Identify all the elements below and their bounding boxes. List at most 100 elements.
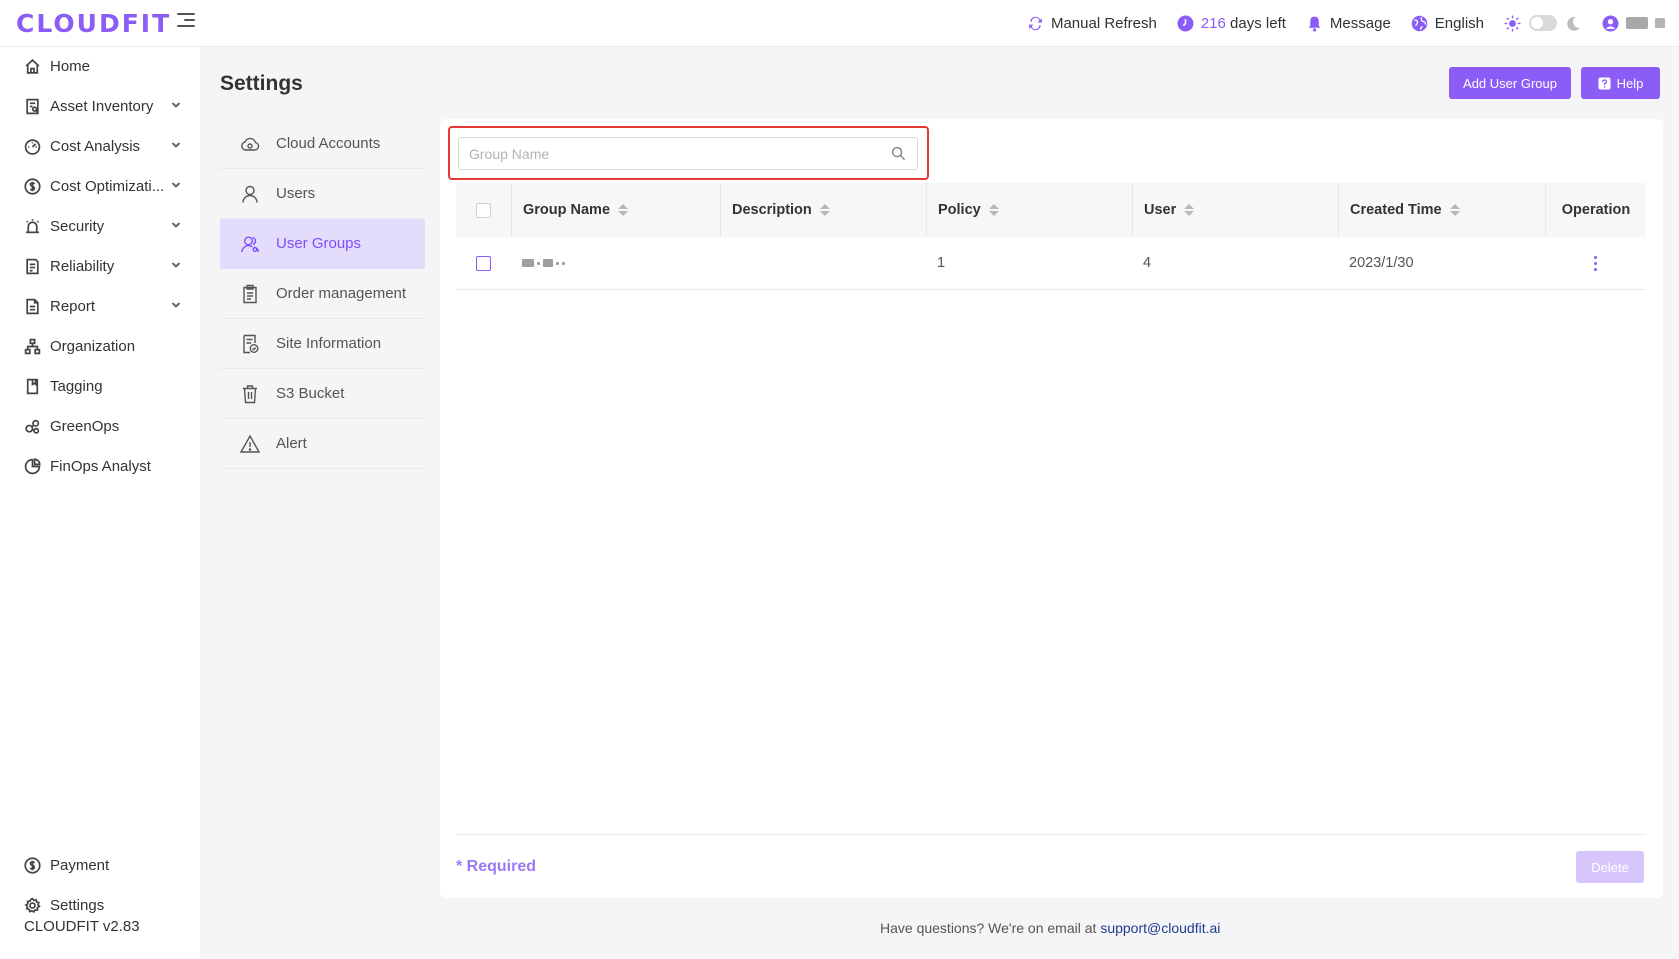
gauge-icon <box>24 138 41 155</box>
column-header-policy[interactable]: Policy <box>926 183 1132 237</box>
chevron-down-icon <box>171 222 181 228</box>
sidebar-item-cost-analysis[interactable]: Cost Analysis <box>0 127 200 165</box>
column-header-group-name[interactable]: Group Name <box>511 183 720 237</box>
sidebar-item-label: Security <box>50 217 105 235</box>
settings-tab-site-information[interactable]: Site Information <box>220 319 425 369</box>
sidebar-item-tagging[interactable]: Tagging <box>0 367 200 405</box>
column-header-user[interactable]: User <box>1132 183 1338 237</box>
masked-user-extra <box>1655 18 1665 28</box>
settings-tab-users[interactable]: Users <box>220 169 425 219</box>
manual-refresh-button[interactable]: Manual Refresh <box>1027 15 1157 32</box>
sort-icon[interactable] <box>618 204 629 216</box>
language-selector[interactable]: English <box>1411 15 1484 32</box>
settings-tab-user-groups[interactable]: User Groups <box>220 219 425 269</box>
cloud-icon <box>241 137 260 151</box>
user-count-value: 4 <box>1143 255 1152 271</box>
help-icon <box>1598 77 1611 89</box>
settings-tab-order-management[interactable]: Order management <box>220 269 425 319</box>
more-options-icon[interactable] <box>1590 252 1601 275</box>
user-icon <box>242 185 258 203</box>
sidebar-item-asset-inventory[interactable]: Asset Inventory <box>0 87 200 125</box>
analyst-icon <box>24 457 41 474</box>
group-name-cell <box>511 237 720 289</box>
sort-icon[interactable] <box>1449 204 1460 216</box>
chevron-down-icon <box>171 102 181 108</box>
sidebar-item-organization[interactable]: Organization <box>0 327 200 365</box>
manual-refresh-label: Manual Refresh <box>1050 14 1157 32</box>
column-header-created-time[interactable]: Created Time <box>1338 183 1545 237</box>
support-text: Have questions? We're on email at <box>880 920 1097 936</box>
settings-tab-label: User Groups <box>276 235 362 252</box>
app-version: CLOUDFIT v2.83 <box>24 918 140 935</box>
sidebar: Home Asset Inventory Cost Analysis Cost … <box>0 47 200 959</box>
settings-tab-s3-bucket[interactable]: S3 Bucket <box>220 369 425 419</box>
sidebar-item-payment[interactable]: Payment <box>0 846 200 884</box>
sidebar-item-greenops[interactable]: GreenOps <box>0 407 200 445</box>
language-label: English <box>1434 14 1484 32</box>
sun-icon <box>1504 15 1521 31</box>
search-icon[interactable] <box>891 146 906 161</box>
sort-icon[interactable] <box>1184 204 1195 216</box>
settings-tab-label: Order management <box>276 285 407 302</box>
page-title: Settings <box>220 72 303 95</box>
dollar-icon <box>24 177 41 195</box>
bucket-icon <box>243 384 257 403</box>
created-time-value: 2023/1/30 <box>1349 255 1414 271</box>
help-button[interactable]: Help <box>1581 67 1660 99</box>
sidebar-item-report[interactable]: Report <box>0 287 200 325</box>
help-label: Help <box>1616 75 1644 91</box>
user-group-icon <box>241 236 260 252</box>
bell-icon <box>1308 16 1321 31</box>
settings-menu: Cloud Accounts Users User Groups Order m… <box>220 119 425 469</box>
sidebar-item-label: Reliability <box>50 257 115 275</box>
alarm-icon <box>26 218 39 233</box>
report-icon <box>26 298 39 314</box>
settings-tab-alert[interactable]: Alert <box>220 419 425 469</box>
sidebar-item-label: Cost Optimizati... <box>50 177 165 195</box>
user-account-menu[interactable] <box>1602 15 1665 32</box>
sidebar-item-reliability[interactable]: Reliability <box>0 247 200 285</box>
sidebar-item-finops-analyst[interactable]: FinOps Analyst <box>0 447 200 485</box>
site-info-icon <box>243 334 259 353</box>
sidebar-item-label: Settings <box>50 896 105 914</box>
menu-toggle-icon[interactable] <box>177 13 195 29</box>
panel-divider <box>456 834 1646 835</box>
dark-mode-toggle[interactable] <box>1529 15 1557 31</box>
user-cell: 4 <box>1132 237 1338 289</box>
add-user-group-button[interactable]: Add User Group <box>1449 67 1571 99</box>
row-checkbox[interactable] <box>476 255 491 271</box>
top-header: CLOUDFIT Manual Refresh 216 days left Me… <box>0 0 1679 47</box>
days-suffix: days left <box>1230 14 1286 32</box>
group-name-search <box>458 137 918 170</box>
sidebar-item-label: GreenOps <box>50 417 120 435</box>
app-logo[interactable]: CLOUDFIT <box>16 9 171 38</box>
column-header-operation: Operation <box>1545 183 1646 237</box>
column-label: Description <box>732 202 812 218</box>
select-all-checkbox[interactable] <box>476 202 491 218</box>
settings-tab-label: S3 Bucket <box>276 385 345 402</box>
settings-tab-cloud-accounts[interactable]: Cloud Accounts <box>220 119 425 169</box>
dollar-icon <box>24 856 41 874</box>
clipboard-icon <box>243 284 257 303</box>
refresh-icon <box>1029 16 1042 30</box>
delete-button[interactable]: Delete <box>1576 851 1644 883</box>
support-email-link[interactable]: support@cloudfit.ai <box>1100 920 1220 936</box>
moon-icon <box>1567 16 1580 31</box>
inventory-icon <box>26 98 39 114</box>
sidebar-item-cost-optimization[interactable]: Cost Optimizati... <box>0 167 200 205</box>
group-name-search-input[interactable] <box>459 138 891 169</box>
table-row[interactable]: 1 4 2023/1/30 <box>456 237 1646 290</box>
sort-icon[interactable] <box>819 204 830 216</box>
days-count: 216 <box>1200 14 1226 32</box>
settings-tab-label: Users <box>276 185 316 202</box>
theme-switch <box>1504 15 1582 32</box>
sidebar-item-security[interactable]: Security <box>0 207 200 245</box>
sidebar-item-home[interactable]: Home <box>0 47 200 85</box>
sort-icon[interactable] <box>988 204 999 216</box>
column-header-description[interactable]: Description <box>720 183 926 237</box>
operation-cell <box>1545 237 1646 289</box>
chevron-down-icon <box>171 142 181 148</box>
support-footer: Have questions? We're on email at suppor… <box>880 920 1220 936</box>
message-button[interactable]: Message <box>1306 15 1391 32</box>
sidebar-item-label: Report <box>50 297 96 315</box>
